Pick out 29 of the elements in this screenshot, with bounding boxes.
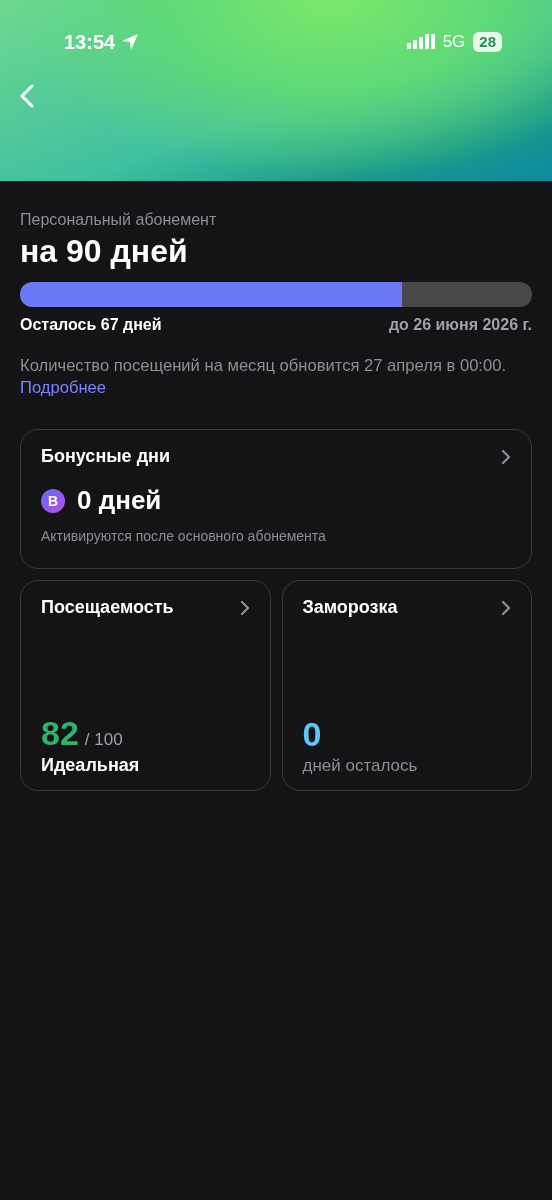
card-title: Бонусные дни xyxy=(41,446,170,467)
bonus-badge: B xyxy=(41,488,65,513)
chevron-icon xyxy=(239,599,250,616)
card-title: Заморозка xyxy=(302,597,398,618)
chevron-icon xyxy=(501,599,511,616)
location-arrow-icon xyxy=(121,33,140,51)
end-date: до 26 июня 2026 г. xyxy=(388,316,532,334)
chevron-icon xyxy=(501,448,511,465)
stat-card[interactable]: Посещаемость 82 / 100 Идеальная xyxy=(20,580,271,791)
status-time: 13:54 xyxy=(64,30,116,54)
stat-value: 82 xyxy=(41,714,79,753)
bonus-card[interactable]: Бонусные дни B 0 дней Активируются после основного абонемента xyxy=(20,429,532,569)
stat-card[interactable]: Заморозка 0 дней осталось xyxy=(281,580,532,791)
bonus-hint: Активируются после основного абонемента xyxy=(41,528,327,544)
stat-value: 0 xyxy=(302,715,322,754)
subscription-title: на 90 дней xyxy=(20,233,189,270)
visits-note: Количество посещений на месяц обновится 27 апреля в 00:00. Подробнее xyxy=(20,355,508,399)
bonus-value: 0 дней xyxy=(77,485,162,516)
days-remaining: Осталось 67 дней xyxy=(20,316,162,334)
battery-icon: 28 xyxy=(473,32,502,52)
stat-total: / 100 xyxy=(84,730,123,750)
network-label: 5G xyxy=(442,32,466,52)
stat-label: дней осталось xyxy=(302,756,419,776)
card-title: Посещаемость xyxy=(41,597,174,618)
signal-icon xyxy=(406,33,435,51)
more-link[interactable]: Подробнее xyxy=(20,378,107,397)
stat-label: Идеальная xyxy=(41,755,141,776)
subscription-caption: Персональный абонемент xyxy=(20,211,218,229)
back-icon[interactable] xyxy=(20,84,34,108)
